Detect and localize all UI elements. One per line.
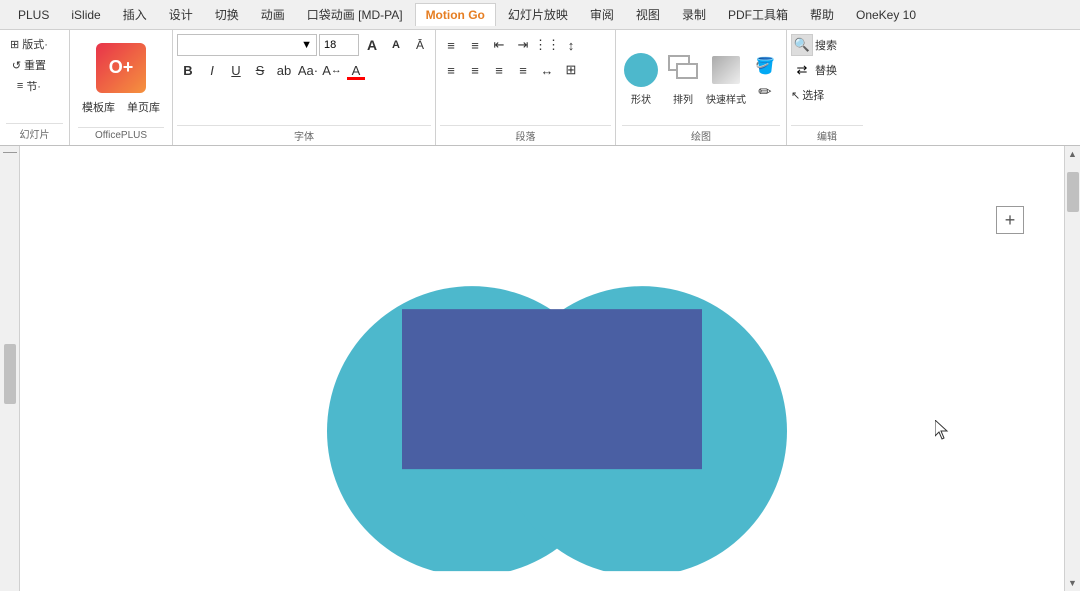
- shadow-button[interactable]: ab: [273, 59, 295, 81]
- v-scrollbar: ▲ ▼: [1064, 146, 1080, 591]
- replace-icon: ⇄: [791, 59, 813, 81]
- tab-transition[interactable]: 切换: [205, 2, 249, 27]
- shape-large-btn[interactable]: 形状: [622, 51, 660, 106]
- tab-help[interactable]: 帮助: [800, 2, 844, 27]
- canvas-area[interactable]: +: [20, 146, 1064, 591]
- line-spacing-button[interactable]: ↕: [560, 34, 582, 56]
- reset-icon: ↺: [12, 59, 21, 72]
- tab-insert[interactable]: 插入: [113, 2, 157, 27]
- fill-button[interactable]: 🪣: [750, 55, 780, 77]
- mouse-cursor: [935, 420, 949, 443]
- case-button[interactable]: Aa·: [297, 59, 319, 81]
- edit-group-label: 编辑: [791, 125, 863, 143]
- shape-artwork: [282, 201, 802, 574]
- font-group: ▼ 18 A A Ā B I U S ab Aa· A↔: [173, 30, 436, 145]
- clear-format-button[interactable]: Ā: [409, 34, 431, 56]
- char-spacing-button[interactable]: A↔: [321, 59, 343, 81]
- replace-button[interactable]: ⇄ 替换: [791, 59, 863, 81]
- reset-button[interactable]: ↺ 重置: [6, 55, 52, 75]
- bold-button[interactable]: B: [177, 59, 199, 81]
- fill-outline-group: 🪣 ✏: [750, 55, 780, 103]
- align-left-button[interactable]: ≡: [440, 59, 462, 81]
- search-icon[interactable]: 🔍: [791, 34, 813, 56]
- scroll-track: [1066, 162, 1080, 575]
- layout-button[interactable]: ⊞ 版式·: [6, 34, 52, 54]
- officeplus-group: O+ 模板库 单页库 OfficePLUS: [70, 30, 173, 145]
- slide-canvas: +: [20, 146, 1064, 591]
- slide-group-label: 幻灯片: [6, 123, 63, 141]
- draw-group: 形状 排列 快速样式: [616, 30, 787, 145]
- main-area: + ▲ ▼: [0, 146, 1080, 591]
- tab-record[interactable]: 录制: [672, 2, 716, 27]
- draw-group-label: 绘图: [622, 125, 780, 143]
- font-size-decrease-button[interactable]: A: [385, 34, 407, 56]
- h-scroll-indicator: [3, 152, 17, 153]
- quick-style-btn[interactable]: 快速样式: [706, 51, 746, 106]
- title-bar: PLUS iSlide 插入 设计 切换 动画 口袋动画 [MD-PA] Mot…: [0, 0, 1080, 30]
- tab-islide[interactable]: iSlide: [61, 4, 110, 26]
- font-name-selector[interactable]: ▼: [177, 34, 317, 56]
- strikethrough-button[interactable]: S: [249, 59, 271, 81]
- page-library-button[interactable]: 单页库: [123, 97, 164, 117]
- center-rectangle: [402, 309, 702, 469]
- scroll-up-button[interactable]: ▲: [1065, 146, 1080, 162]
- select-button[interactable]: ↖ 选择: [791, 84, 863, 106]
- numbered-list-button[interactable]: ≡: [464, 34, 486, 56]
- section-icon: ≡: [17, 80, 23, 92]
- para-row1: ≡ ≡ ⇤ ⇥ ⋮⋮ ↕: [440, 34, 611, 56]
- tab-onekey[interactable]: OneKey 10: [846, 4, 926, 26]
- layout-icon: ⊞: [10, 38, 19, 51]
- scroll-thumb[interactable]: [1067, 172, 1079, 212]
- font-name-row: ▼ 18 A A Ā: [177, 34, 431, 56]
- scroll-down-button[interactable]: ▼: [1065, 575, 1080, 591]
- decrease-indent-button[interactable]: ⇤: [488, 34, 510, 56]
- tab-motion-go[interactable]: Motion Go: [415, 3, 496, 26]
- section-button[interactable]: ≡ 节·: [6, 76, 52, 96]
- tab-animation[interactable]: 动画: [251, 2, 295, 27]
- select-icon: ↖: [791, 89, 800, 102]
- font-color-button[interactable]: A: [345, 59, 367, 81]
- tab-slideshow[interactable]: 幻灯片放映: [498, 2, 578, 27]
- font-group-label: 字体: [177, 125, 431, 143]
- v-scroll-thumb[interactable]: [4, 344, 16, 404]
- tab-pocket-animation[interactable]: 口袋动画 [MD-PA]: [297, 2, 413, 27]
- tab-pdf[interactable]: PDF工具箱: [718, 2, 798, 27]
- shape-svg: [282, 201, 802, 571]
- col-layout-button[interactable]: ⋮⋮: [536, 34, 558, 56]
- underline-button[interactable]: U: [225, 59, 247, 81]
- edit-group: 🔍 搜索 ⇄ 替换 ↖ 选择 编辑: [787, 30, 867, 145]
- outline-button[interactable]: ✏: [750, 81, 780, 103]
- align-justify-button[interactable]: ≡: [512, 59, 534, 81]
- increase-indent-button[interactable]: ⇥: [512, 34, 534, 56]
- tab-plus[interactable]: PLUS: [8, 4, 59, 26]
- smart-art-button[interactable]: ⊞: [560, 59, 582, 81]
- font-size-increase-button[interactable]: A: [361, 34, 383, 56]
- text-direction-button[interactable]: ↔: [536, 59, 558, 81]
- title-tabs: PLUS iSlide 插入 设计 切换 动画 口袋动画 [MD-PA] Mot…: [8, 2, 1072, 27]
- font-format-row: B I U S ab Aa· A↔ A: [177, 59, 431, 81]
- officeplus-icon[interactable]: O+: [96, 43, 146, 93]
- tab-review[interactable]: 审阅: [580, 2, 624, 27]
- slide-group: ⊞ 版式· ↺ 重置 ≡ 节· 幻灯片: [0, 30, 70, 145]
- para-row2: ≡ ≡ ≡ ≡ ↔ ⊞: [440, 59, 611, 81]
- ribbon: ⊞ 版式· ↺ 重置 ≡ 节· 幻灯片 O+: [0, 30, 1080, 146]
- bullet-list-button[interactable]: ≡: [440, 34, 462, 56]
- template-library-button[interactable]: 模板库: [78, 97, 119, 117]
- para-group-label: 段落: [440, 125, 611, 143]
- officeplus-label: OfficePLUS: [78, 127, 164, 141]
- italic-button[interactable]: I: [201, 59, 223, 81]
- para-group: ≡ ≡ ⇤ ⇥ ⋮⋮ ↕ ≡ ≡ ≡ ≡ ↔ ⊞ 段落: [436, 30, 616, 145]
- font-size-selector[interactable]: 18: [319, 34, 359, 56]
- align-right-button[interactable]: ≡: [488, 59, 510, 81]
- tab-design[interactable]: 设计: [159, 2, 203, 27]
- tab-view[interactable]: 视图: [626, 2, 670, 27]
- add-slide-button[interactable]: +: [996, 206, 1024, 234]
- align-center-button[interactable]: ≡: [464, 59, 486, 81]
- arrange-large-btn[interactable]: 排列: [664, 51, 702, 106]
- left-panel: [0, 146, 20, 591]
- cursor-svg: [935, 420, 949, 440]
